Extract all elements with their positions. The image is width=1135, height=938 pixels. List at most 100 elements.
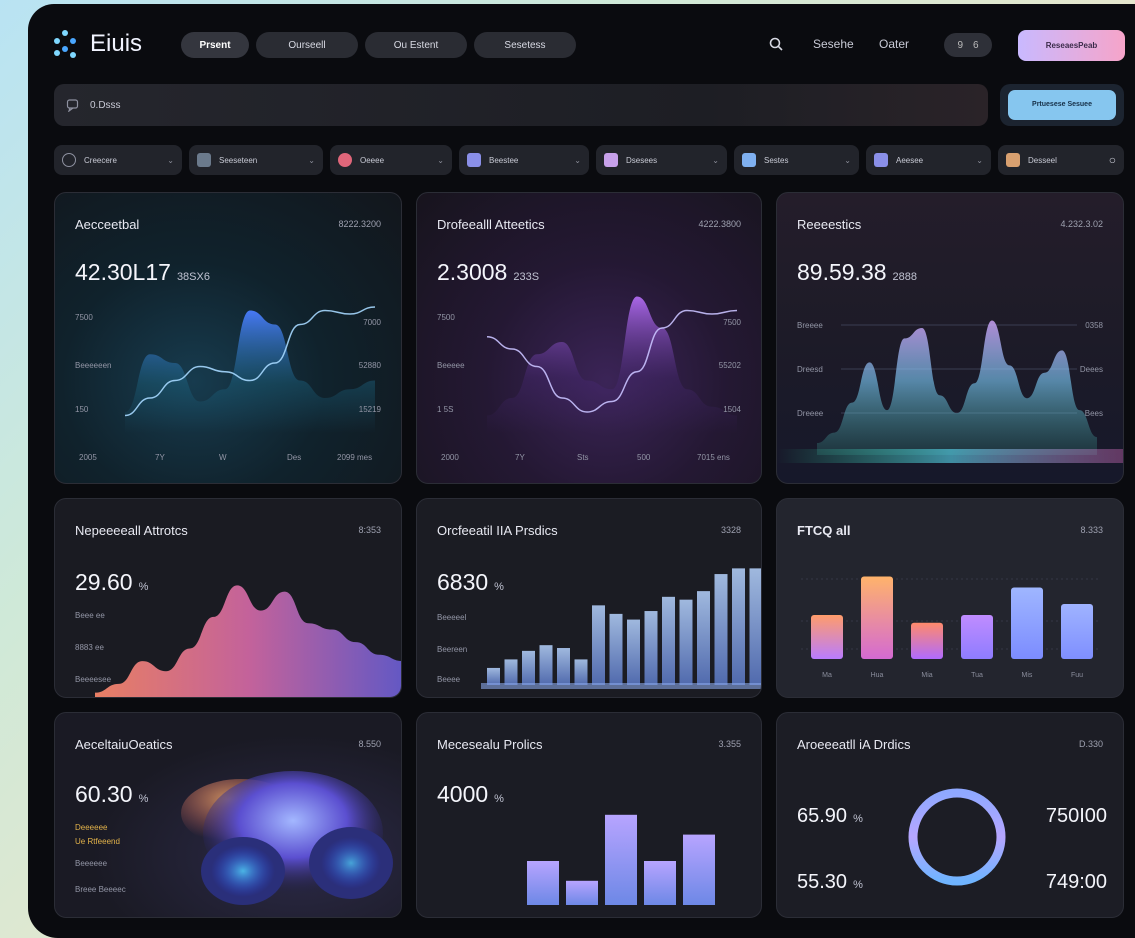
wave-chart <box>124 306 376 433</box>
nav-tab-4[interactable]: Sesetess <box>474 32 576 58</box>
filter-dropdown[interactable]: Desseel ○ <box>998 145 1124 175</box>
circle-icon: ○ <box>1108 153 1116 167</box>
app-name: Eiuis <box>90 30 143 57</box>
top-link-1[interactable]: Sesehe <box>813 37 854 51</box>
y-tick-right: 7500 <box>723 318 741 327</box>
bar <box>504 659 518 685</box>
filter-icon <box>197 153 211 167</box>
app-logo[interactable]: Eiuis <box>50 28 142 60</box>
top-link-2[interactable]: Oater <box>879 37 909 51</box>
nav-tab-1[interactable]: Prsent <box>181 32 249 58</box>
bar <box>1061 604 1093 659</box>
x-tick: Mis <box>1022 672 1033 679</box>
filter-icon <box>467 153 481 167</box>
bar <box>961 615 993 659</box>
x-tick: Hua <box>871 672 884 679</box>
card-forecast-products[interactable]: Orcfeeatil IIA Prsdics 3328 6830% Beeeee… <box>416 498 762 698</box>
filter-dropdown[interactable]: Sestes ⌄ <box>734 145 859 175</box>
card-appraisal-products[interactable]: Aroeeeatll iA Drdics D.330 65.90% 55.30%… <box>776 712 1124 918</box>
bar <box>566 880 598 905</box>
nav-tab-2[interactable]: Ourseell <box>256 32 358 58</box>
y-tick: Beeeesee <box>75 675 112 684</box>
glow-area-chart <box>777 320 1123 463</box>
search-button-wrap: Prtuesese Sesuee <box>1000 84 1124 126</box>
x-tick: 7Y <box>515 453 525 462</box>
x-tick: 7015 ens <box>697 453 730 462</box>
y-tick: Beeeeeen <box>75 361 112 370</box>
card-appraisal-analytics[interactable]: Nepeeeeall Attrotcs 8:353 29.60% Beee ee… <box>54 498 402 698</box>
filter-label: Aeesee <box>896 155 924 165</box>
bar <box>644 611 658 685</box>
x-tick: 2000 <box>441 453 459 462</box>
toggle-label: 9 <box>957 39 963 51</box>
app-window: Eiuis Prsent Ourseell Ou Estent Sesetess… <box>28 4 1135 938</box>
bar <box>749 568 761 685</box>
bar <box>683 834 715 905</box>
y-tick: 7500 <box>437 313 455 322</box>
bar <box>732 568 745 685</box>
card-resources[interactable]: Reeeestics 4.232.3.02 89.59.38 2888 Breee… <box>776 192 1124 484</box>
chevron-down-icon: ⌄ <box>976 155 983 165</box>
area-series <box>487 296 737 433</box>
bar <box>911 622 943 659</box>
chevron-down-icon: ⌄ <box>167 155 174 165</box>
x-tick: W <box>219 453 227 462</box>
y-tick: Beeeeel <box>437 613 467 622</box>
card-accessibility[interactable]: Aecceetbal 8222.3200 42.30L17 38SX6 7500 … <box>54 192 402 484</box>
chevron-down-icon: ⌄ <box>844 155 851 165</box>
top-bar: Eiuis Prsent Ourseell Ou Estent Sesetess… <box>28 4 1135 84</box>
filter-label: Oeeee <box>360 155 385 165</box>
filter-icon <box>604 153 618 167</box>
y-tick: Beeee <box>437 675 461 684</box>
bar <box>627 619 640 685</box>
card-ftcq[interactable]: FTCQ all 8.333 Ma Hua Mia Tua Mis Fuu <box>776 498 1124 698</box>
bar <box>714 574 728 685</box>
filter-dropdown[interactable]: Oeeee ⌄ <box>330 145 452 175</box>
filter-dropdown[interactable]: Dsesees ⌄ <box>596 145 727 175</box>
bar <box>644 861 676 905</box>
filter-icon <box>338 153 352 167</box>
ring-chart <box>908 788 1006 886</box>
bar <box>697 591 710 685</box>
y-tick-right: Bees <box>1084 409 1103 418</box>
theme-toggle[interactable]: 9 6 <box>944 33 992 57</box>
bar <box>811 615 843 659</box>
filter-label: Desseel <box>1028 155 1057 165</box>
search-input[interactable] <box>90 99 890 111</box>
nav-tab-3[interactable]: Ou Estent <box>365 32 467 58</box>
search-icon[interactable] <box>768 36 784 52</box>
note-text: Ue Rtfeeend <box>75 837 120 846</box>
bar <box>861 576 893 659</box>
filter-dropdown[interactable]: Creecere ⌄ <box>54 145 182 175</box>
card-professional-analytics[interactable]: Drofeealll Atteetics 4222.3800 2.3008 233… <box>416 192 762 484</box>
note-text: Beeeeee <box>75 859 108 868</box>
y-tick: 150 <box>75 405 89 414</box>
primary-cta-button[interactable]: ReseaesPeab <box>1018 30 1125 61</box>
card-accessibility-statistics[interactable]: AeceltaiuOeatics 8.550 60.30% Deeeeee Ue… <box>54 712 402 918</box>
bar <box>609 613 623 685</box>
filter-label: Sestes <box>764 155 789 165</box>
y-tick: Dreeee <box>797 409 824 418</box>
y-tick: Beee ee <box>75 611 105 620</box>
search-button[interactable]: Prtuesese Sesuee <box>1008 90 1116 120</box>
bar <box>592 605 605 685</box>
toggle-state: 6 <box>973 39 979 51</box>
filter-icon <box>742 153 756 167</box>
bar <box>539 645 553 685</box>
note-text: Deeeeee <box>75 823 108 832</box>
y-tick: 8883 ee <box>75 643 104 652</box>
note-text: Breee Beeeec <box>75 885 126 894</box>
y-tick: 7500 <box>75 313 93 322</box>
bar-chart: Ma Hua Mia Tua Mis Fuu <box>801 576 1101 679</box>
bar <box>574 659 588 685</box>
filter-label: Creecere <box>84 155 117 165</box>
filter-dropdown[interactable]: Seeseteen ⌄ <box>189 145 323 175</box>
bar-chart <box>481 568 761 689</box>
ring-progress <box>908 788 1006 886</box>
filter-label: Beestee <box>489 155 519 165</box>
search-bar[interactable] <box>54 84 988 126</box>
bar-chart <box>527 814 715 905</box>
card-measured-products[interactable]: Mecesealu Prolics 3.355 4000% <box>416 712 762 918</box>
filter-dropdown[interactable]: Aeesee ⌄ <box>866 145 991 175</box>
filter-dropdown[interactable]: Beestee ⌄ <box>459 145 589 175</box>
